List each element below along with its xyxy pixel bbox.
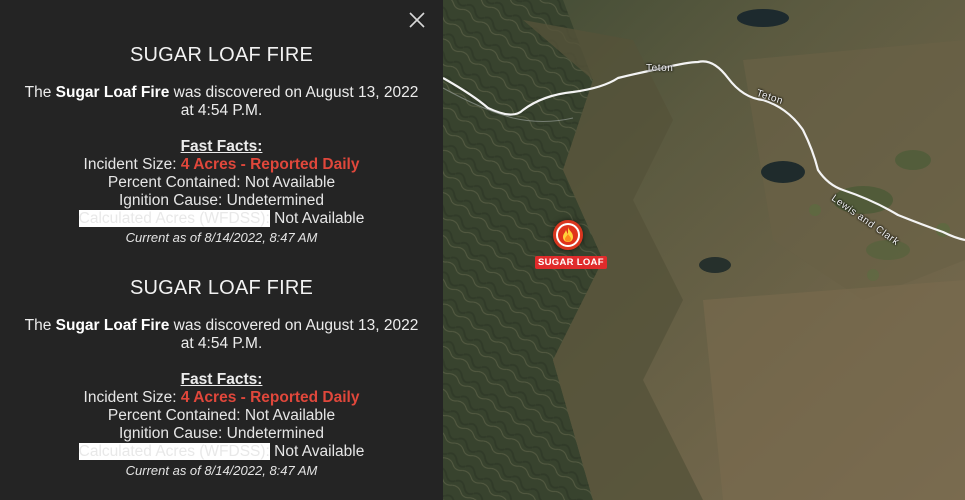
fast-facts-heading: Fast Facts: [180, 371, 263, 388]
close-button[interactable] [407, 10, 427, 30]
fire-info-panel: SUGAR LOAF FIRE The Sugar Loaf Fire was … [0, 0, 443, 500]
incident-size: Incident Size: 4 Acres - Reported Daily [0, 156, 443, 174]
incident-size-value: 4 Acres - Reported Daily [180, 156, 360, 173]
calculated-acres-label: Calculated Acres (WFDSS): [78, 210, 270, 227]
discovery-suffix: was discovered on August 13, 2022 at 4:5… [169, 84, 419, 119]
incident-size-label: Incident Size: [83, 156, 181, 173]
current-as-of: Current as of 8/14/2022, 8:47 AM [125, 230, 318, 245]
map-terrain[interactable] [443, 0, 965, 500]
percent-contained: Percent Contained: Not Available [107, 174, 336, 191]
calculated-acres-label: Calculated Acres (WFDSS): [78, 443, 270, 460]
satellite-map[interactable]: Teton Teton Lewis and Clark SUGAR LOAF [443, 0, 965, 500]
calculated-acres: Calculated Acres (WFDSS): Not Available [0, 443, 443, 461]
ignition-cause: Ignition Cause: Undetermined [118, 192, 325, 209]
discovery-text: The Sugar Loaf Fire was discovered on Au… [0, 84, 443, 120]
discovery-prefix: The [24, 317, 56, 334]
fire-name: Sugar Loaf Fire [55, 84, 170, 101]
discovery-prefix: The [24, 84, 56, 101]
incident-size-value: 4 Acres - Reported Daily [180, 389, 360, 406]
fire-entry: SUGAR LOAF FIRE The Sugar Loaf Fire was … [0, 276, 443, 480]
calculated-acres: Calculated Acres (WFDSS): Not Available [0, 210, 443, 228]
fire-entry: SUGAR LOAF FIRE The Sugar Loaf Fire was … [0, 43, 443, 247]
current-as-of: Current as of 8/14/2022, 8:47 AM [125, 463, 318, 478]
fast-facts-heading: Fast Facts: [180, 138, 263, 155]
percent-contained: Percent Contained: Not Available [107, 407, 336, 424]
fire-marker-label: SUGAR LOAF [535, 256, 607, 269]
calculated-acres-value: Not Available [269, 443, 365, 460]
discovery-suffix: was discovered on August 13, 2022 at 4:5… [169, 317, 419, 352]
fire-title: SUGAR LOAF FIRE [129, 44, 314, 66]
close-icon[interactable] [407, 10, 427, 30]
fire-icon [563, 227, 573, 242]
fire-title: SUGAR LOAF FIRE [129, 277, 314, 299]
calculated-acres-value: Not Available [269, 210, 365, 227]
fire-marker[interactable] [553, 220, 583, 250]
ignition-cause: Ignition Cause: Undetermined [118, 425, 325, 442]
map-label-teton: Teton [646, 63, 674, 74]
incident-size-label: Incident Size: [83, 389, 181, 406]
discovery-text: The Sugar Loaf Fire was discovered on Au… [0, 317, 443, 353]
incident-size: Incident Size: 4 Acres - Reported Daily [0, 389, 443, 407]
fire-name: Sugar Loaf Fire [55, 317, 170, 334]
